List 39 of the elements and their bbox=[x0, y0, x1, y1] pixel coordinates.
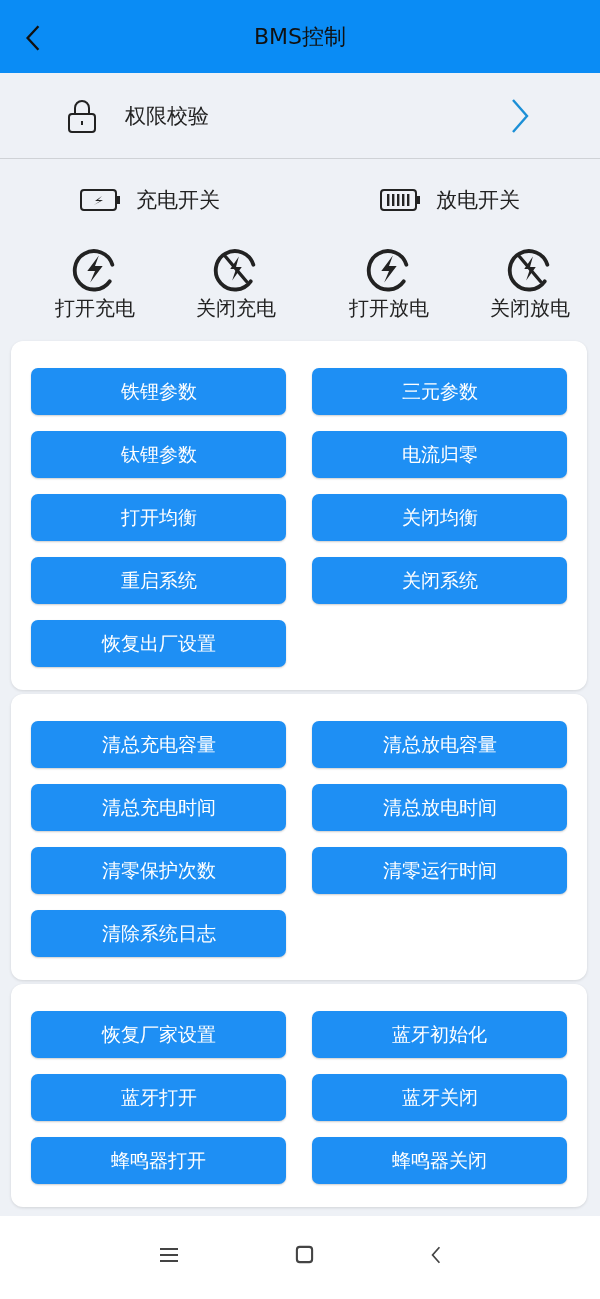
action-button[interactable]: 关闭放电 bbox=[459, 241, 600, 341]
command-button[interactable]: 蓝牙打开 bbox=[31, 1074, 286, 1121]
battery-charging-icon bbox=[80, 188, 122, 212]
screen-title: BMS控制 bbox=[253, 22, 346, 51]
command-button[interactable]: 铁锂参数 bbox=[31, 368, 286, 415]
command-button[interactable]: 恢复出厂设置 bbox=[31, 620, 286, 667]
action-button[interactable]: 打开放电 bbox=[318, 241, 459, 341]
back-icon[interactable] bbox=[429, 1244, 442, 1265]
command-button[interactable]: 清除系统日志 bbox=[31, 910, 286, 957]
battery-full-icon bbox=[380, 188, 422, 212]
command-button[interactable]: 蓝牙关闭 bbox=[312, 1074, 567, 1121]
command-button[interactable]: 打开均衡 bbox=[31, 494, 286, 541]
command-button[interactable]: 蜂鸣器打开 bbox=[31, 1137, 286, 1184]
lock-icon bbox=[67, 97, 97, 134]
switch-group-label: 充电开关 bbox=[136, 187, 220, 214]
command-button[interactable]: 重启系统 bbox=[31, 557, 286, 604]
command-button[interactable]: 蜂鸣器关闭 bbox=[312, 1137, 567, 1184]
action-button[interactable]: 打开充电 bbox=[24, 241, 165, 341]
switch-group-label: 放电开关 bbox=[436, 187, 520, 214]
command-button[interactable]: 清零运行时间 bbox=[312, 847, 567, 894]
command-button[interactable]: 清总放电容量 bbox=[312, 721, 567, 768]
command-button[interactable]: 恢复厂家设置 bbox=[31, 1011, 286, 1058]
command-button[interactable]: 电流归零 bbox=[312, 431, 567, 478]
permission-row[interactable]: 权限校验 bbox=[0, 73, 600, 159]
command-button[interactable]: 关闭系统 bbox=[312, 557, 567, 604]
back-icon[interactable] bbox=[24, 24, 42, 52]
action-button[interactable]: 关闭充电 bbox=[165, 241, 306, 341]
command-button[interactable]: 关闭均衡 bbox=[312, 494, 567, 541]
permission-label: 权限校验 bbox=[125, 102, 210, 130]
chevron-right-icon bbox=[510, 97, 530, 134]
command-button[interactable]: 清总放电时间 bbox=[312, 784, 567, 831]
command-button[interactable]: 蓝牙初始化 bbox=[312, 1011, 567, 1058]
menu-icon[interactable] bbox=[158, 1246, 179, 1263]
home-icon[interactable] bbox=[294, 1245, 314, 1264]
command-button[interactable]: 三元参数 bbox=[312, 368, 567, 415]
command-button[interactable]: 钛锂参数 bbox=[31, 431, 286, 478]
command-button[interactable]: 清总充电容量 bbox=[31, 721, 286, 768]
command-button[interactable]: 清总充电时间 bbox=[31, 784, 286, 831]
command-button[interactable]: 清零保护次数 bbox=[31, 847, 286, 894]
